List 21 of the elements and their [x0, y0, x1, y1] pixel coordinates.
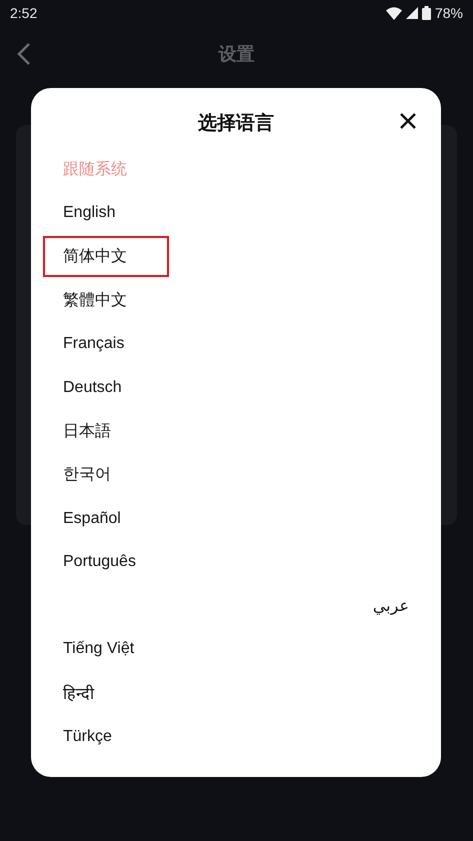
status-time: 2:52	[10, 5, 38, 21]
language-option[interactable]: Español	[63, 510, 409, 528]
language-option[interactable]: Deutsch	[63, 378, 409, 397]
language-option[interactable]: English	[63, 204, 409, 222]
battery-percent: 78%	[434, 5, 463, 21]
language-option[interactable]: عربي	[63, 596, 409, 616]
signal-icon	[406, 7, 418, 19]
language-option[interactable]: 한국어	[63, 464, 409, 486]
battery-icon	[422, 6, 431, 20]
language-option[interactable]: Türkçe	[63, 728, 409, 746]
page-title: 设置	[218, 43, 254, 66]
language-option[interactable]: हिन्दी	[63, 682, 409, 704]
language-option[interactable]: 日本語	[63, 420, 409, 442]
close-button[interactable]	[399, 112, 417, 130]
dialog-title: 选择语言	[198, 112, 274, 136]
language-option[interactable]: Français	[63, 335, 409, 354]
language-option[interactable]: Tiếng Việt	[63, 640, 409, 658]
language-option[interactable]: Português	[63, 553, 409, 572]
wifi-icon	[386, 6, 402, 20]
language-option[interactable]: 繁體中文	[63, 290, 409, 312]
language-option[interactable]: 简体中文	[43, 236, 169, 278]
